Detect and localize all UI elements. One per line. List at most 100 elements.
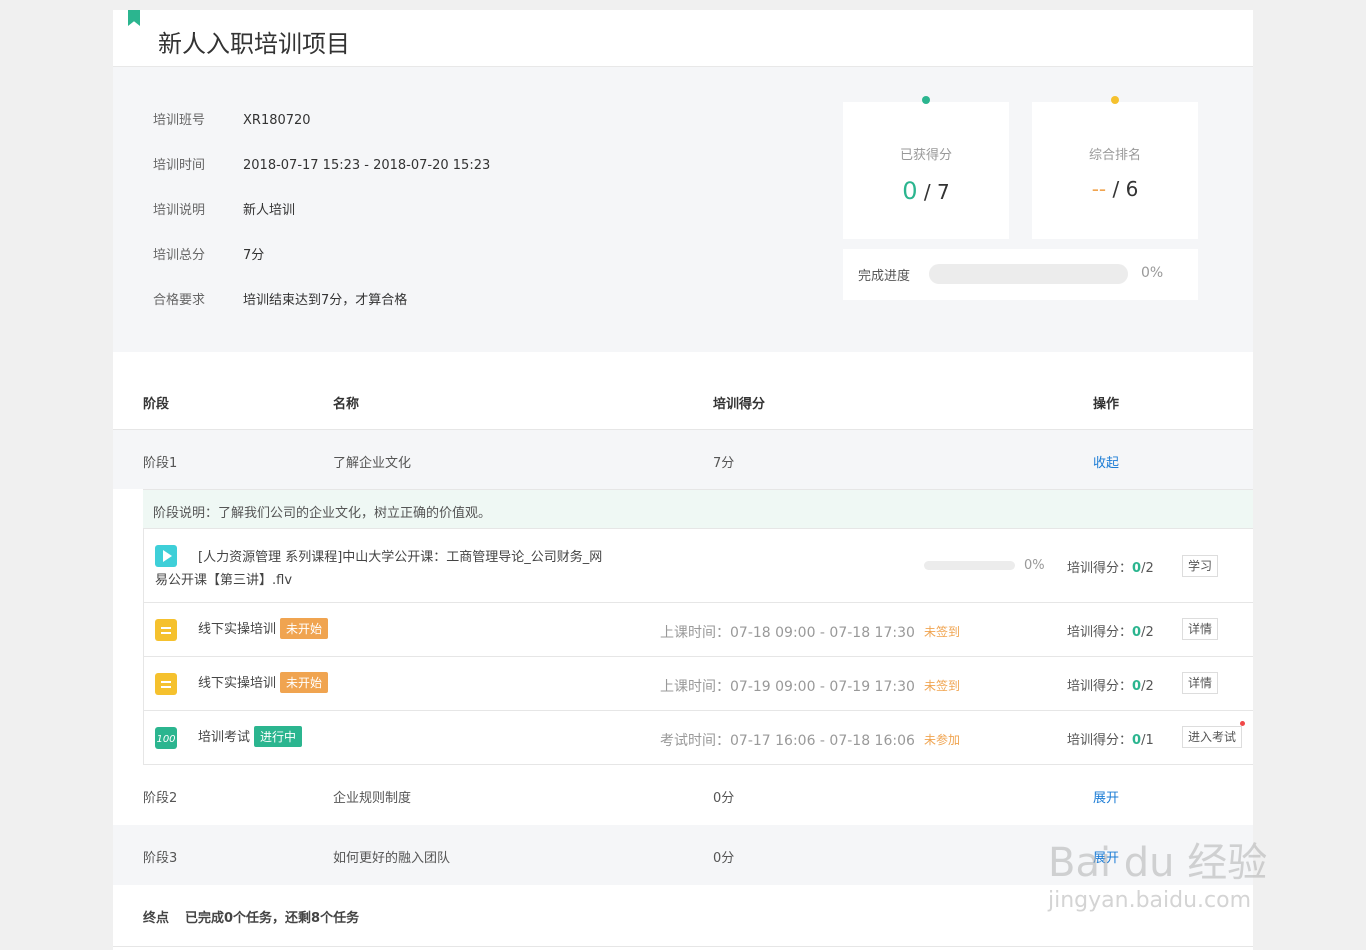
score-total: /2 — [1141, 679, 1154, 694]
page-title: 新人入职培训项目 — [158, 30, 350, 58]
stage-name: 了解企业文化 — [333, 456, 412, 471]
info-label: 合格要求 — [153, 293, 206, 308]
score-value: 0 — [1132, 625, 1142, 640]
task-status: 未参加 — [924, 733, 961, 747]
collapse-link[interactable]: 收起 — [1093, 452, 1119, 471]
info-row-description: 培训说明 新人培训 — [153, 199, 295, 218]
rank-value: -- — [1091, 177, 1107, 201]
info-row-total-score: 培训总分 7分 — [153, 244, 264, 263]
stage-score: 7分 — [713, 456, 735, 471]
task-status: 未签到 — [924, 625, 961, 639]
expand-link[interactable]: 展开 — [1093, 787, 1119, 806]
task-name-cont: 易公开课【第三讲】.flv — [155, 573, 293, 588]
watermark-url: jingyan.baidu.com — [1048, 888, 1252, 913]
stage-score: 0分 — [713, 851, 735, 866]
stage-row-1: 阶段1 了解企业文化 7分 收起 — [113, 429, 1253, 489]
score-label: 培训得分： — [1067, 561, 1133, 576]
header-stage: 阶段 — [143, 397, 170, 412]
page-header: 新人入职培训项目 — [113, 10, 1253, 67]
task-title: 培训考试 — [198, 730, 251, 745]
score-total: / 7 — [923, 180, 950, 204]
score-value: 0 — [902, 177, 918, 205]
progress-label: 完成进度 — [858, 269, 911, 284]
task-time: 考试时间：07-17 16:06 - 07-18 16:06 — [660, 733, 915, 749]
info-value: 2018-07-17 15:23 - 2018-07-20 15:23 — [243, 158, 491, 173]
info-label: 培训总分 — [153, 248, 206, 263]
stage-label: 阶段3 — [143, 851, 178, 866]
score-label: 培训得分： — [1067, 679, 1133, 694]
score-total: /2 — [1141, 561, 1154, 576]
score-card: 已获得分 0 / 7 — [843, 96, 1009, 239]
score-total: /1 — [1141, 733, 1154, 748]
task-title: 线下实操培训 — [198, 676, 277, 691]
task-time: 上课时间：07-18 09:00 - 07-18 17:30 — [660, 625, 915, 641]
score-card-label: 已获得分 — [899, 148, 952, 163]
info-value: 培训结束达到7分，才算合格 — [243, 293, 408, 308]
rank-card: 综合排名 -- / 6 — [1032, 96, 1198, 239]
score-label: 培训得分： — [1067, 733, 1133, 748]
stage-label: 阶段2 — [143, 791, 178, 806]
footer-text: 已完成0个任务，还剩8个任务 — [185, 911, 360, 926]
notification-dot-icon — [1240, 721, 1245, 726]
rank-card-value: -- / 6 — [1032, 177, 1198, 201]
task-name: 线下实操培训 未开始 — [198, 672, 329, 693]
info-row-requirement: 合格要求 培训结束达到7分，才算合格 — [153, 289, 407, 308]
document-icon — [155, 619, 177, 641]
play-icon — [155, 545, 177, 567]
info-row-time: 培训时间 2018-07-17 15:23 - 2018-07-20 15:23 — [153, 154, 490, 173]
status-badge: 未开始 — [280, 672, 329, 693]
enter-exam-button[interactable]: 进入考试 — [1182, 726, 1243, 748]
footer-label: 终点 — [143, 911, 170, 926]
score-total: /2 — [1141, 625, 1154, 640]
task-name: 培训考试 进行中 — [198, 726, 303, 747]
progress-card: 完成进度 0% — [843, 249, 1198, 300]
info-value: 新人培训 — [243, 203, 296, 218]
status-badge: 未开始 — [280, 618, 329, 639]
rank-total: / 6 — [1112, 177, 1139, 201]
info-value: XR180720 — [243, 113, 311, 128]
watermark-logo: Bai du 经验 — [1048, 840, 1268, 886]
header-name: 名称 — [333, 397, 360, 412]
header-score: 培训得分 — [713, 397, 766, 412]
task-row-offline-2: 线下实操培训 未开始 上课时间：07-19 09:00 - 07-19 17:30… — [143, 657, 1253, 711]
task-time: 上课时间：07-19 09:00 - 07-19 17:30 — [660, 679, 915, 695]
score-value: 0 — [1132, 679, 1142, 694]
score-value: 0 — [1132, 561, 1142, 576]
details-button[interactable]: 详情 — [1182, 672, 1219, 694]
document-icon — [155, 673, 177, 695]
progress-percent: 0% — [1141, 265, 1164, 281]
rank-card-label: 综合排名 — [1088, 148, 1141, 163]
score-dot-icon — [922, 96, 930, 104]
info-label: 培训时间 — [153, 158, 206, 173]
stage-label: 阶段1 — [143, 456, 178, 471]
task-score: 培训得分：0/1 — [1067, 729, 1154, 748]
info-value: 7分 — [243, 248, 265, 263]
status-badge: 进行中 — [254, 726, 303, 747]
score-card-value: 0 / 7 — [843, 177, 1009, 205]
details-button[interactable]: 详情 — [1182, 618, 1219, 640]
study-button[interactable]: 学习 — [1182, 555, 1219, 577]
info-row-class-no: 培训班号 XR180720 — [153, 109, 311, 128]
task-score: 培训得分：0/2 — [1067, 557, 1154, 576]
task-score: 培训得分：0/2 — [1067, 675, 1154, 694]
info-panel: 培训班号 XR180720 培训时间 2018-07-17 15:23 - 2018… — [113, 67, 1253, 352]
task-name: 线下实操培训 未开始 — [198, 618, 329, 639]
rank-dot-icon — [1111, 96, 1119, 104]
task-row-course: [人力资源管理 系列课程]中山大学公开课：工商管理导论_公司财务_网 易公开课【… — [143, 529, 1253, 603]
training-page: 新人入职培训项目 培训班号 XR180720 培训时间 2018-07-17 15:… — [113, 10, 1253, 950]
info-label: 培训班号 — [153, 113, 206, 128]
header-op: 操作 — [1093, 397, 1120, 412]
stage-description: 阶段说明：了解我们公司的企业文化，树立正确的价值观。 — [143, 489, 1253, 529]
task-title: 线下实操培训 — [198, 622, 277, 637]
course-progress-percent: 0% — [1024, 558, 1045, 573]
svg-text:100: 100 — [156, 734, 175, 745]
exam-100-icon: 100 — [155, 727, 177, 749]
task-status: 未签到 — [924, 679, 961, 693]
score-value: 0 — [1132, 733, 1142, 748]
info-label: 培训说明 — [153, 203, 206, 218]
task-score: 培训得分：0/2 — [1067, 621, 1154, 640]
stage-score: 0分 — [713, 791, 735, 806]
progress-bar — [929, 264, 1128, 284]
task-row-offline-1: 线下实操培训 未开始 上课时间：07-18 09:00 - 07-18 17:30… — [143, 603, 1253, 657]
bookmark-icon — [128, 10, 140, 26]
